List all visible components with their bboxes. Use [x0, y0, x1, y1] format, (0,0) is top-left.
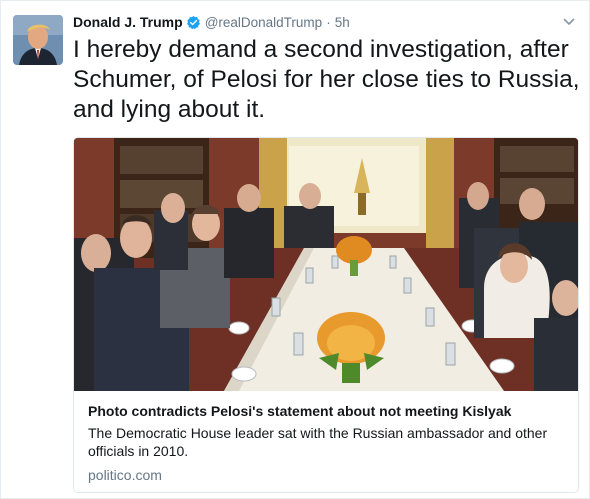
verified-badge-icon — [186, 15, 201, 30]
tweet-text: I hereby demand a second investigation, … — [73, 36, 580, 123]
link-card[interactable]: Photo contradicts Pelosi's statement abo… — [73, 137, 579, 493]
tweet-timestamp[interactable]: 5h — [335, 15, 350, 30]
tweet-header: Donald J. Trump @realDonaldTrump · 5h — [73, 13, 350, 31]
card-domain[interactable]: politico.com — [88, 466, 564, 484]
card-body[interactable]: Photo contradicts Pelosi's statement abo… — [74, 391, 578, 492]
avatar[interactable] — [13, 15, 63, 65]
author-screen-name[interactable]: @realDonaldTrump — [205, 15, 323, 30]
tweet[interactable]: Donald J. Trump @realDonaldTrump · 5h I … — [0, 0, 590, 499]
card-title[interactable]: Photo contradicts Pelosi's statement abo… — [88, 402, 564, 420]
separator-dot: · — [326, 14, 331, 30]
author-fullname[interactable]: Donald J. Trump — [73, 14, 183, 30]
card-image[interactable] — [74, 138, 578, 391]
chevron-down-icon[interactable] — [563, 15, 575, 27]
card-description: The Democratic House leader sat with the… — [88, 425, 548, 459]
